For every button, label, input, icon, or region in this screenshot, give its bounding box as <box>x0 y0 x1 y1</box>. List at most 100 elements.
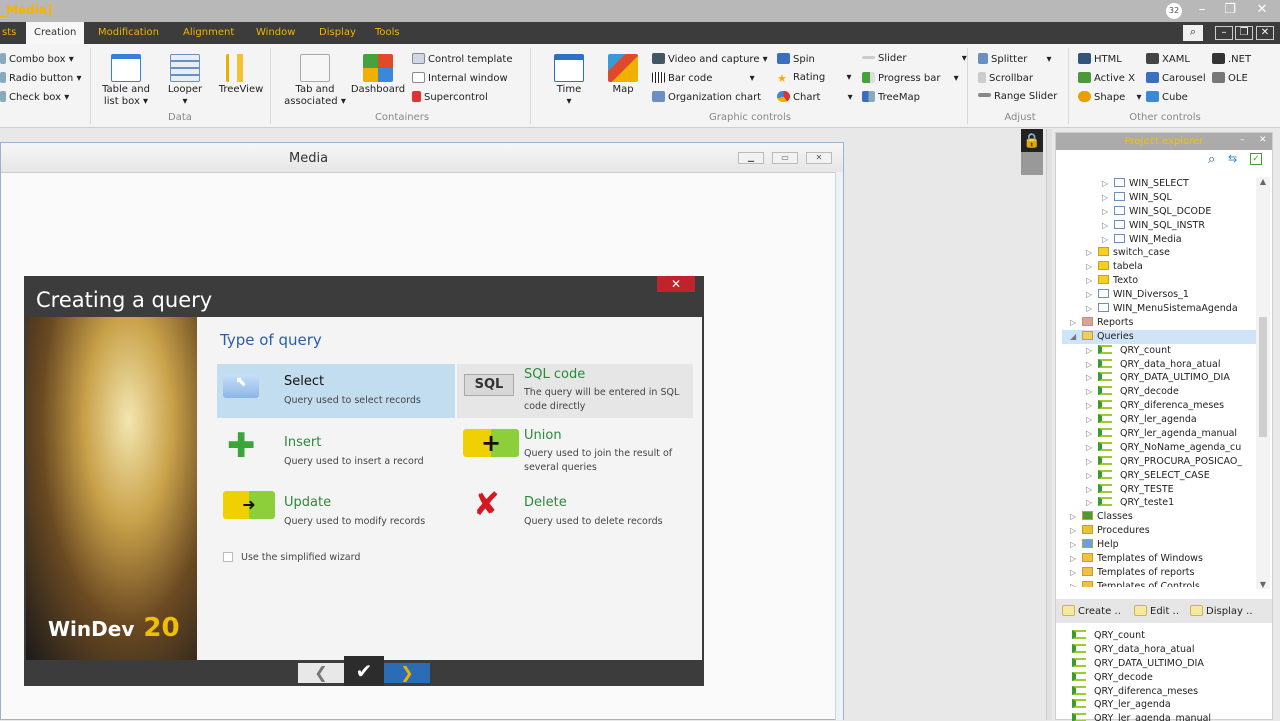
tree-item[interactable]: ▷ tabela <box>1062 260 1256 274</box>
tree-item[interactable]: ▷ QRY_count <box>1062 344 1256 358</box>
rating-item[interactable]: ★ Rating ▾ <box>777 72 851 85</box>
editor-splitter[interactable] <box>1046 129 1052 720</box>
list-item[interactable]: QRY_ler_agenda <box>1072 698 1262 712</box>
map-button[interactable]: Map <box>606 54 640 96</box>
tree-item[interactable]: ▷ Templates of reports <box>1062 566 1256 580</box>
list-item[interactable]: QRY_DATA_ULTIMO_DIA <box>1072 657 1262 671</box>
looper-button[interactable]: Looper ▾ <box>162 54 208 108</box>
expand-arrow-icon[interactable]: ▷ <box>1102 205 1114 219</box>
chart-item[interactable]: Chart ▾ <box>777 91 853 103</box>
progress-bar-item[interactable]: Progress bar ▾ <box>862 72 959 84</box>
org-chart-item[interactable]: Organization chart <box>652 91 761 103</box>
form-minimize-button[interactable]: ▁ <box>738 152 764 164</box>
tree-item[interactable]: ▷ QRY_SELECT_CASE <box>1062 469 1256 483</box>
expand-arrow-icon[interactable]: ▷ <box>1086 496 1098 510</box>
dashboard-button[interactable]: Dashboard <box>350 54 406 96</box>
lock-icon[interactable]: 🔒 <box>1021 129 1043 175</box>
option-delete[interactable]: ✘ Delete Query used to delete records <box>457 485 695 539</box>
expand-arrow-icon[interactable]: ▷ <box>1102 191 1114 205</box>
list-item[interactable]: QRY_decode <box>1072 671 1262 685</box>
tree-item[interactable]: ▷ Classes <box>1062 510 1256 524</box>
option-sql-code[interactable]: SQL SQL code The query will be entered i… <box>457 364 693 418</box>
supercontrol-item[interactable]: Supercontrol <box>412 91 488 103</box>
tree-item[interactable]: ▷ QRY_TESTE <box>1062 483 1256 497</box>
expand-arrow-icon[interactable]: ▷ <box>1086 358 1098 372</box>
close-doc-icon[interactable]: ✕ <box>1256 26 1274 40</box>
expand-arrow-icon[interactable]: ▷ <box>1070 510 1082 524</box>
video-capture-item[interactable]: Video and capture ▾ <box>652 53 768 65</box>
tree-item[interactable]: ▷ WIN_SELECT <box>1062 177 1256 191</box>
simplified-wizard-checkbox[interactable] <box>223 552 233 562</box>
expand-arrow-icon[interactable]: ▷ <box>1086 246 1098 260</box>
tree-item[interactable]: ▷ Templates of Controls <box>1062 580 1256 587</box>
form-close-button[interactable]: ✕ <box>806 152 832 164</box>
tree-item[interactable]: ▷ WIN_Diversos_1 <box>1062 288 1256 302</box>
tree-item[interactable]: ▷ switch_case <box>1062 246 1256 260</box>
dialog-close-button[interactable]: ✕ <box>657 276 695 292</box>
close-button[interactable]: ✕ <box>1248 0 1276 20</box>
list-item[interactable]: QRY_diferenca_meses <box>1072 685 1262 699</box>
expand-arrow-icon[interactable]: ▷ <box>1086 399 1098 413</box>
list-item[interactable]: QRY_data_hora_atual <box>1072 643 1262 657</box>
expand-arrow-icon[interactable]: ▷ <box>1086 455 1098 469</box>
expand-arrow-icon[interactable]: ▷ <box>1086 344 1098 358</box>
carousel-item[interactable]: Carousel <box>1146 72 1206 84</box>
combo-box-item[interactable]: Combo box ▾ <box>0 53 74 65</box>
expand-arrow-icon[interactable]: ▷ <box>1086 427 1098 441</box>
tab-display[interactable]: Display <box>311 22 364 44</box>
tree-item[interactable]: ▷ WIN_SQL_INSTR <box>1062 219 1256 233</box>
expand-arrow-icon[interactable]: ▷ <box>1086 302 1098 316</box>
minimize-button[interactable]: – <box>1188 0 1216 20</box>
bar-code-item[interactable]: Bar code ▾ <box>652 72 755 84</box>
tree-item[interactable]: ▷ Templates of Windows <box>1062 552 1256 566</box>
form-maximize-button[interactable]: ▭ <box>772 152 798 164</box>
tree-item[interactable]: ▷ QRY_DATA_ULTIMO_DIA <box>1062 371 1256 385</box>
scrollbar-item[interactable]: Scrollbar <box>978 72 1033 84</box>
explorer-sync-icon[interactable]: ⇆ <box>1228 152 1237 165</box>
tree-item[interactable]: ▷ QRY_teste1 <box>1062 496 1256 510</box>
tab-sts[interactable]: sts <box>0 22 24 44</box>
tree-item[interactable]: ▷ Help <box>1062 538 1256 552</box>
time-button[interactable]: Time ▾ <box>552 54 586 108</box>
option-select[interactable]: ⬉ Select Query used to select records <box>217 364 455 418</box>
expand-arrow-icon[interactable]: ▷ <box>1086 483 1098 497</box>
minimize-doc-icon[interactable]: – <box>1215 26 1233 40</box>
treemap-item[interactable]: TreeMap <box>862 91 920 103</box>
tree-item[interactable]: ◢ Queries <box>1062 329 1256 344</box>
tree-item[interactable]: ▷ WIN_SQL <box>1062 191 1256 205</box>
explorer-edit-button[interactable]: Edit ‥ <box>1134 605 1179 617</box>
explorer-display-button[interactable]: Display ‥ <box>1190 605 1253 617</box>
slider-item[interactable]: Slider ▾ <box>862 53 967 64</box>
expand-arrow-icon[interactable]: ▷ <box>1070 524 1082 538</box>
restore-button[interactable]: ❐ <box>1216 0 1244 20</box>
activex-item[interactable]: Active X <box>1078 72 1135 84</box>
ole-item[interactable]: OLE <box>1212 72 1248 84</box>
expand-arrow-icon[interactable]: ▷ <box>1086 441 1098 455</box>
explorer-options-icon[interactable]: ✓ <box>1250 153 1262 165</box>
range-slider-item[interactable]: Range Slider <box>978 91 1057 102</box>
tree-item[interactable]: ▷ QRY_ler_agenda <box>1062 413 1256 427</box>
expand-arrow-icon[interactable]: ▷ <box>1086 413 1098 427</box>
explorer-tree-scrollbar[interactable]: ▲ ▼ <box>1256 177 1270 589</box>
expand-arrow-icon[interactable]: ▷ <box>1086 469 1098 483</box>
explorer-pin-icon[interactable]: – <box>1240 135 1245 145</box>
xaml-item[interactable]: XAML <box>1146 53 1190 65</box>
next-button[interactable]: ❯ <box>384 663 430 683</box>
finish-check-button[interactable]: ✔ <box>344 656 384 686</box>
expand-arrow-icon[interactable]: ▷ <box>1070 566 1082 580</box>
tree-item[interactable]: ▷ QRY_PROCURA_POSICAO_ <box>1062 455 1256 469</box>
tree-item[interactable]: ▷ WIN_Media <box>1062 233 1256 247</box>
tree-item[interactable]: ▷ Texto <box>1062 274 1256 288</box>
expand-arrow-icon[interactable]: ▷ <box>1102 233 1114 247</box>
expand-arrow-icon[interactable]: ▷ <box>1086 260 1098 274</box>
tree-item[interactable]: ▷ Procedures <box>1062 524 1256 538</box>
tab-creation[interactable]: Creation <box>26 22 85 44</box>
option-union[interactable]: + Union Query used to join the result of… <box>457 425 695 479</box>
expand-arrow-icon[interactable]: ▷ <box>1070 552 1082 566</box>
expand-arrow-icon[interactable]: ▷ <box>1086 371 1098 385</box>
back-button[interactable]: ❮ <box>298 663 344 683</box>
option-insert[interactable]: ✚ Insert Query used to insert a record <box>217 425 455 479</box>
option-update[interactable]: ➜ Update Query used to modify records <box>217 485 455 539</box>
splitter-item[interactable]: Splitter ▾ <box>978 53 1052 65</box>
expand-arrow-icon[interactable]: ▷ <box>1070 580 1082 587</box>
